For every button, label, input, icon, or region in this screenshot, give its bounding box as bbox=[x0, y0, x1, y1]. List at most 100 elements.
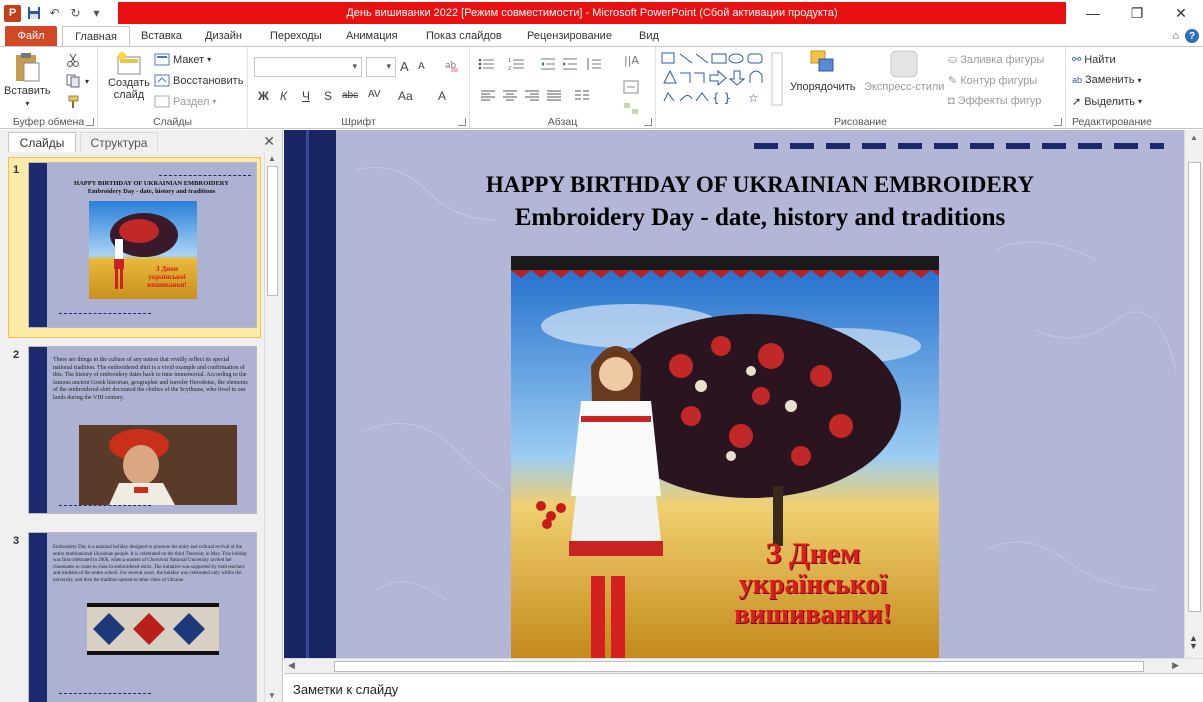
save-icon[interactable] bbox=[25, 5, 42, 22]
tab-structure[interactable]: Структура bbox=[80, 132, 158, 152]
underline-button[interactable]: Ч bbox=[302, 89, 310, 103]
shape-outline-button[interactable]: ✎ Контур фигуры bbox=[948, 74, 1037, 88]
italic-button[interactable]: К bbox=[280, 89, 287, 103]
group-paragraph: 12 ||A Абзац bbox=[470, 47, 656, 129]
bullets-icon[interactable] bbox=[478, 57, 496, 71]
notes-pane[interactable]: Заметки к слайду bbox=[284, 673, 1203, 702]
shrink-font-button[interactable]: A bbox=[418, 61, 425, 72]
scrollbar-thumb[interactable] bbox=[267, 166, 278, 296]
cut-icon[interactable] bbox=[66, 53, 80, 67]
cursor-icon: ➚ bbox=[1072, 96, 1082, 108]
tab-slideshow[interactable]: Показ слайдов bbox=[426, 26, 502, 46]
paste-icon bbox=[16, 53, 40, 82]
slide-vertical-scrollbar[interactable]: ▲ ▲ ▼ bbox=[1184, 130, 1203, 658]
copy-icon[interactable]: ▾ bbox=[66, 74, 89, 88]
scroll-right-icon[interactable]: ▶ bbox=[1172, 660, 1179, 671]
clear-format-icon[interactable]: ab bbox=[444, 58, 460, 77]
thumb-text: There are things in the culture of any n… bbox=[53, 357, 248, 401]
line-spacing-icon[interactable] bbox=[586, 57, 602, 71]
tab-view[interactable]: Вид bbox=[639, 26, 659, 46]
smartart-icon[interactable] bbox=[622, 101, 640, 117]
paragraph-launcher-icon[interactable] bbox=[644, 118, 652, 126]
numbering-icon[interactable]: 12 bbox=[508, 57, 526, 71]
section-button[interactable]: Раздел ▾ bbox=[154, 95, 216, 108]
slide-canvas[interactable]: HAPPY BIRTHDAY OF UKRAINIAN EMBROIDERY E… bbox=[336, 130, 1184, 658]
slide-subtitle[interactable]: Embroidery Day - date, history and tradi… bbox=[336, 204, 1184, 232]
shapes-gallery[interactable]: { } ☆ bbox=[660, 51, 784, 107]
format-painter-icon[interactable] bbox=[66, 95, 80, 109]
reset-icon bbox=[154, 74, 170, 87]
help-icon[interactable]: ? bbox=[1185, 29, 1199, 43]
shape-effects-button[interactable]: ◘ Эффекты фигур bbox=[948, 95, 1041, 107]
reset-slide-button[interactable]: Восстановить bbox=[154, 74, 243, 87]
scroll-up-icon[interactable]: ▲ bbox=[1190, 133, 1198, 142]
scroll-down-icon[interactable]: ▼ bbox=[268, 691, 276, 700]
align-text-icon[interactable] bbox=[622, 79, 640, 95]
tab-design[interactable]: Дизайн bbox=[205, 26, 242, 46]
thumbnails-scrollbar[interactable]: ▲ ▼ bbox=[264, 152, 279, 702]
font-family-combo[interactable]: ▾ bbox=[254, 57, 362, 77]
find-button[interactable]: ⚯ Найти bbox=[1072, 53, 1116, 67]
undo-icon[interactable]: ↶ bbox=[46, 5, 63, 22]
tab-transitions[interactable]: Переходы bbox=[270, 26, 322, 46]
scroll-left-icon[interactable]: ◀ bbox=[288, 660, 295, 671]
justify-icon[interactable] bbox=[546, 90, 562, 102]
scroll-up-icon[interactable]: ▲ bbox=[268, 154, 276, 163]
font-color-button[interactable]: A bbox=[438, 89, 446, 103]
font-size-combo[interactable]: ▾ bbox=[366, 57, 396, 77]
text-direction-icon[interactable]: ||A bbox=[622, 51, 642, 71]
shape-fill-button[interactable]: ⛀ Заливка фигуры bbox=[948, 53, 1044, 67]
select-button[interactable]: ➚ Выделить ▾ bbox=[1072, 95, 1142, 109]
strikethrough-button[interactable]: abc bbox=[342, 90, 358, 101]
minimize-button[interactable]: — bbox=[1071, 0, 1115, 26]
scrollbar-thumb[interactable] bbox=[334, 661, 1144, 672]
paint-bucket-icon: ⛀ bbox=[948, 54, 958, 66]
tab-file[interactable]: Файл bbox=[5, 26, 57, 46]
clipboard-launcher-icon[interactable] bbox=[86, 118, 94, 126]
slide-title[interactable]: HAPPY BIRTHDAY OF UKRAINIAN EMBROIDERY bbox=[336, 172, 1184, 198]
tab-slides[interactable]: Слайды bbox=[8, 132, 76, 152]
align-left-icon[interactable] bbox=[480, 90, 496, 102]
grow-font-button[interactable]: A bbox=[400, 59, 409, 74]
thumb-picture: З Днем української вишиванки! bbox=[89, 201, 197, 299]
shadow-button[interactable]: S bbox=[324, 89, 332, 103]
increase-indent-icon[interactable] bbox=[562, 57, 578, 71]
char-spacing-button[interactable]: AV bbox=[368, 89, 381, 100]
restore-button[interactable]: ❐ bbox=[1115, 0, 1159, 26]
drawing-launcher-icon[interactable] bbox=[1054, 118, 1062, 126]
panel-tabs: Слайды Структура ✕ bbox=[0, 130, 283, 152]
customize-qat-icon[interactable]: ▾ bbox=[88, 5, 105, 22]
ribbon: Вставить ▾ ▾ Буфер обмена Создать слайд … bbox=[0, 46, 1203, 129]
slide-thumbnail-1[interactable]: HAPPY BIRTHDAY OF UKRAINIAN EMBROIDERY E… bbox=[28, 162, 257, 328]
change-case-button[interactable]: Aa bbox=[398, 89, 413, 103]
slide-horizontal-scrollbar[interactable]: ◀ ▶ bbox=[284, 658, 1203, 673]
replace-button[interactable]: ab Заменить ▾ bbox=[1072, 74, 1141, 86]
quick-styles-button[interactable]: Экспресс-стили bbox=[864, 49, 944, 93]
tab-home[interactable]: Главная bbox=[62, 26, 130, 47]
font-launcher-icon[interactable] bbox=[458, 118, 466, 126]
tab-insert[interactable]: Вставка bbox=[141, 26, 182, 46]
columns-icon[interactable] bbox=[574, 90, 590, 102]
redo-icon[interactable]: ↻ bbox=[67, 5, 84, 22]
close-button[interactable]: ✕ bbox=[1159, 0, 1203, 26]
slide-picture[interactable]: З Днем української вишиванки! bbox=[511, 256, 939, 658]
slide-picture-caption: З Днем української вишиванки! bbox=[734, 537, 892, 630]
align-right-icon[interactable] bbox=[524, 90, 540, 102]
scrollbar-thumb[interactable] bbox=[1188, 162, 1201, 612]
slide-thumbnail-2[interactable]: There are things in the culture of any n… bbox=[28, 346, 257, 514]
ribbon-tabs: Файл Главная Вставка Дизайн Переходы Ани… bbox=[0, 26, 1203, 47]
powerpoint-logo-icon[interactable]: P bbox=[4, 4, 21, 22]
close-icon[interactable]: ✕ bbox=[263, 133, 275, 150]
slide-thumbnail-3[interactable]: Embroidery Day is a national holiday des… bbox=[28, 532, 257, 702]
collapse-ribbon-icon[interactable]: ⌂ bbox=[1172, 30, 1179, 42]
decrease-indent-icon[interactable] bbox=[540, 57, 556, 71]
align-center-icon[interactable] bbox=[502, 90, 518, 102]
bold-button[interactable]: Ж bbox=[258, 89, 269, 103]
tab-animation[interactable]: Анимация bbox=[346, 26, 398, 46]
new-slide-button[interactable]: Создать слайд bbox=[108, 51, 150, 101]
tab-review[interactable]: Рецензирование bbox=[527, 26, 612, 46]
paste-button[interactable]: Вставить ▾ bbox=[4, 51, 51, 108]
prev-next-slide-icon[interactable]: ▲ ▼ bbox=[1189, 634, 1198, 651]
arrange-button[interactable]: Упорядочить bbox=[790, 49, 855, 93]
layout-button[interactable]: Макет ▾ bbox=[154, 53, 211, 66]
